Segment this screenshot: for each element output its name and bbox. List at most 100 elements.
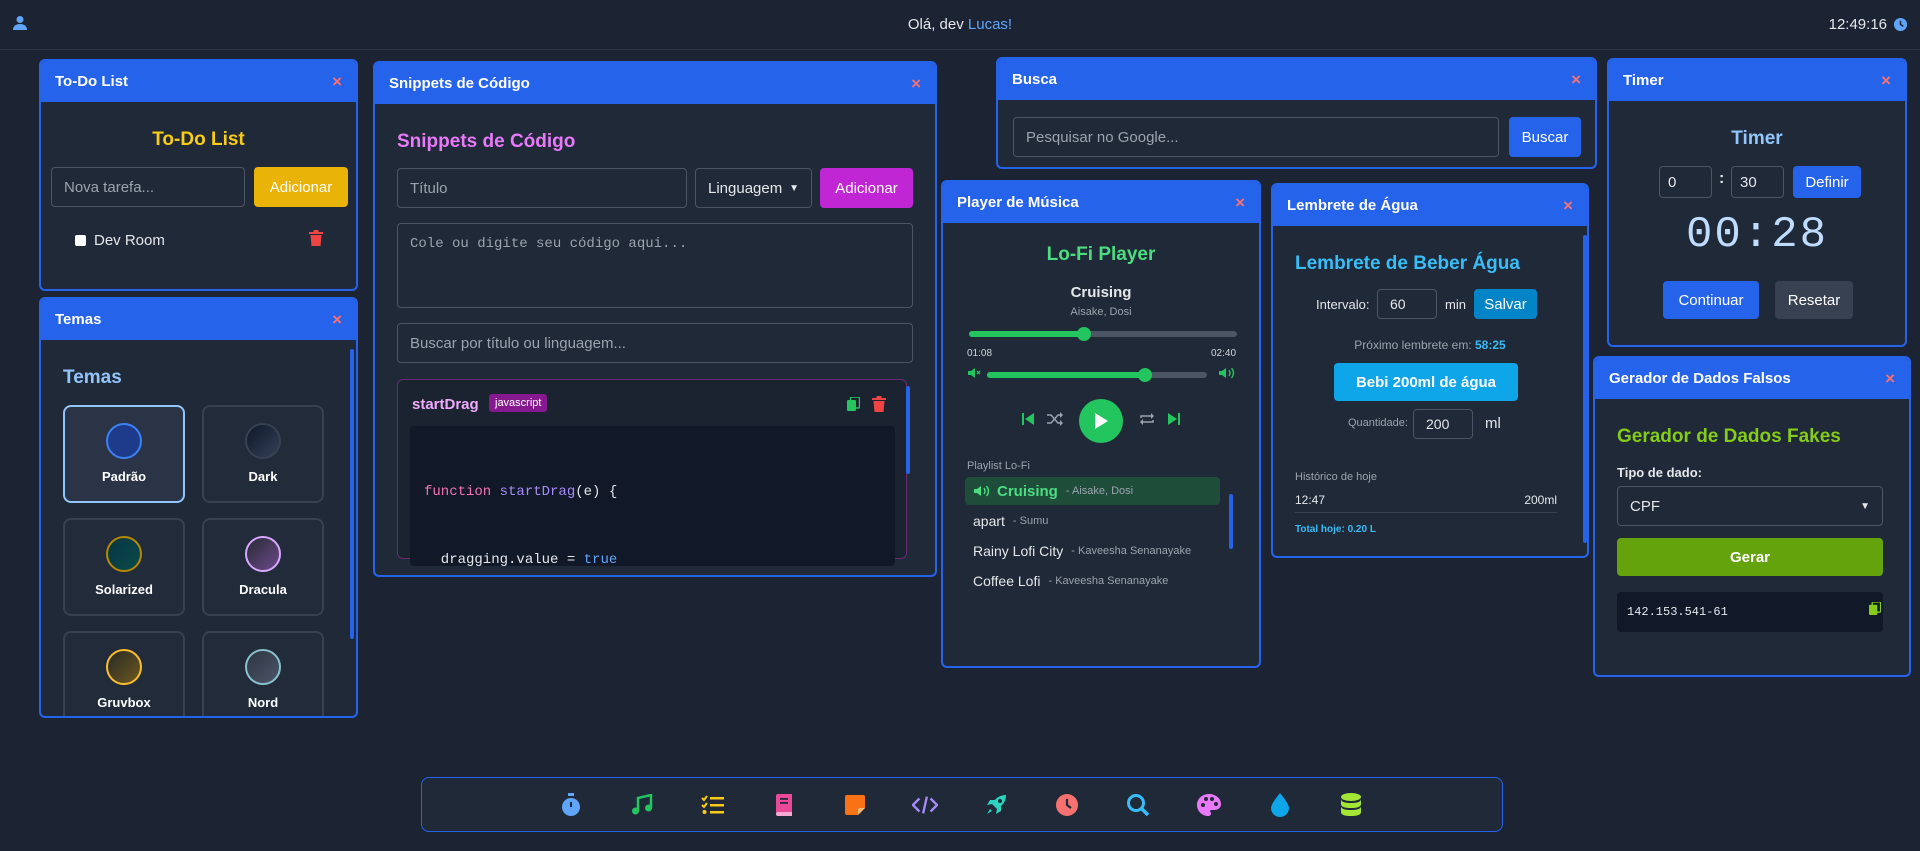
repeat-icon[interactable]: [1139, 412, 1155, 431]
close-icon[interactable]: ×: [911, 74, 921, 94]
search-window[interactable]: Busca × Pesquisar no Google... Buscar: [996, 57, 1597, 169]
faker-window[interactable]: Gerador de Dados Falsos × Gerador de Dado…: [1593, 356, 1911, 677]
water-window[interactable]: Lembrete de Água × Lembrete de Beber Água…: [1271, 183, 1589, 558]
timer-minutes-input[interactable]: 0: [1659, 166, 1712, 198]
theme-solarized[interactable]: Solarized: [63, 518, 185, 616]
theme-padrao[interactable]: Padrão: [63, 405, 185, 503]
todo-add-button[interactable]: Adicionar: [254, 167, 348, 207]
code-textarea[interactable]: Cole ou digite seu código aqui...: [397, 223, 913, 308]
scrollbar[interactable]: [1583, 235, 1587, 543]
close-icon[interactable]: ×: [332, 72, 342, 92]
volume-up-icon[interactable]: [1218, 366, 1236, 385]
music-window[interactable]: Player de Música × Lo-Fi Player Cruising …: [941, 180, 1261, 668]
timer-reset-button[interactable]: Resetar: [1775, 281, 1853, 319]
close-icon[interactable]: ×: [332, 310, 342, 330]
shuffle-icon[interactable]: [1047, 412, 1063, 431]
sticky-note-icon[interactable]: [842, 792, 868, 818]
music-window-header[interactable]: Player de Música ×: [943, 182, 1259, 223]
snippet-search-input[interactable]: Buscar por título ou linguagem...: [397, 323, 913, 363]
timer-window-title: Timer: [1623, 72, 1664, 89]
playlist-item-artist: - Kaveesha Senanayake: [1071, 545, 1192, 557]
code-icon[interactable]: [912, 792, 938, 818]
scrollbar[interactable]: [906, 386, 910, 474]
trash-icon[interactable]: [309, 230, 323, 251]
language-select[interactable]: Linguagem ▼: [695, 168, 812, 208]
timer-seconds-input[interactable]: 30: [1731, 166, 1784, 198]
previous-icon[interactable]: [1022, 412, 1034, 431]
theme-nord[interactable]: Nord: [202, 631, 324, 716]
generate-button[interactable]: Gerar: [1617, 538, 1883, 576]
todo-item[interactable]: Dev Room: [75, 232, 165, 249]
theme-dracula[interactable]: Dracula: [202, 518, 324, 616]
theme-dark[interactable]: Dark: [202, 405, 324, 503]
todo-input[interactable]: Nova tarefa...: [51, 167, 245, 207]
history-amount: 200ml: [1524, 493, 1557, 507]
timer-heading: Timer: [1731, 128, 1783, 149]
close-icon[interactable]: ×: [1885, 369, 1895, 389]
search-icon[interactable]: [1125, 792, 1151, 818]
scrollbar[interactable]: [1229, 494, 1233, 549]
faker-window-header[interactable]: Gerador de Dados Falsos ×: [1595, 358, 1909, 399]
volume-thumb[interactable]: [1138, 368, 1153, 382]
close-icon[interactable]: ×: [1235, 193, 1245, 213]
next-reminder: Próximo lembrete em: 58:25: [1273, 338, 1587, 352]
todo-window-header[interactable]: To-Do List ×: [41, 61, 356, 102]
snippets-window[interactable]: Snippets de Código × Snippets de Código T…: [373, 61, 937, 577]
progress-thumb[interactable]: [1077, 327, 1092, 341]
playlist-item[interactable]: apart - Sumu: [965, 507, 1220, 535]
rocket-icon[interactable]: [983, 792, 1009, 818]
close-icon[interactable]: ×: [1881, 71, 1891, 91]
timer-window-header[interactable]: Timer ×: [1609, 60, 1905, 101]
progress-slider[interactable]: [969, 327, 1237, 341]
music-icon[interactable]: [629, 792, 655, 818]
droplet-icon[interactable]: [1267, 792, 1293, 818]
close-icon[interactable]: ×: [1571, 70, 1581, 90]
palette-icon[interactable]: [1196, 792, 1222, 818]
next-icon[interactable]: [1168, 412, 1180, 431]
play-button[interactable]: [1079, 399, 1123, 443]
database-icon[interactable]: [1338, 792, 1364, 818]
theme-gruvbox[interactable]: Gruvbox: [63, 631, 185, 716]
copy-icon[interactable]: [847, 396, 861, 416]
timer-continue-button[interactable]: Continuar: [1663, 281, 1759, 319]
copy-icon[interactable]: [1869, 601, 1882, 620]
snippets-window-header[interactable]: Snippets de Código ×: [375, 63, 935, 104]
timer-set-button[interactable]: Definir: [1793, 166, 1861, 198]
themes-window[interactable]: Temas × Temas Padrão Dark Solarized Dracu…: [39, 297, 358, 718]
theme-swatch: [245, 423, 281, 459]
next-reminder-label: Próximo lembrete em:: [1354, 338, 1472, 352]
snippet-title-input[interactable]: Título: [397, 168, 687, 208]
search-window-header[interactable]: Busca ×: [998, 59, 1595, 100]
volume-slider[interactable]: [987, 368, 1207, 382]
book-icon[interactable]: [771, 792, 797, 818]
close-icon[interactable]: ×: [1563, 196, 1573, 216]
timer-window[interactable]: Timer × Timer 0 : 30 Definir 00:28 Contin…: [1607, 58, 1907, 347]
stopwatch-icon[interactable]: [558, 792, 584, 818]
top-bar: Olá, dev Lucas! 12:49:16: [0, 0, 1920, 50]
interval-save-button[interactable]: Salvar: [1474, 289, 1537, 319]
trash-icon[interactable]: [872, 396, 886, 417]
theme-swatch: [106, 423, 142, 459]
water-window-header[interactable]: Lembrete de Água ×: [1273, 185, 1587, 226]
interval-input[interactable]: 60: [1377, 289, 1437, 319]
quantity-input[interactable]: 200: [1413, 409, 1473, 439]
progress-fill: [969, 331, 1085, 337]
playlist-item[interactable]: Coffee Lofi - Kaveesha Senanayake: [965, 567, 1220, 595]
scrollbar[interactable]: [350, 349, 354, 639]
drink-water-button[interactable]: Bebi 200ml de água: [1334, 363, 1518, 401]
todo-window[interactable]: To-Do List × To-Do List Nova tarefa... Ad…: [39, 59, 358, 291]
todo-checkbox[interactable]: [75, 235, 86, 246]
playlist-item-title: apart: [973, 513, 1005, 529]
playlist-item-active[interactable]: Cruising - Aisake, Dosi: [965, 477, 1220, 505]
checklist-icon[interactable]: [700, 792, 726, 818]
themes-window-header[interactable]: Temas ×: [41, 299, 356, 340]
volume-mute-icon[interactable]: [967, 366, 981, 385]
history-clock-icon[interactable]: [1054, 792, 1080, 818]
search-button[interactable]: Buscar: [1509, 117, 1581, 157]
elapsed-time: 01:08: [967, 348, 993, 359]
playlist-item[interactable]: Rainy Lofi City - Kaveesha Senanayake: [965, 537, 1220, 565]
google-search-input[interactable]: Pesquisar no Google...: [1013, 117, 1499, 157]
playlist-item-artist: - Kaveesha Senanayake: [1048, 575, 1169, 587]
data-type-select[interactable]: CPF ▼: [1617, 486, 1883, 526]
snippet-add-button[interactable]: Adicionar: [820, 168, 913, 208]
